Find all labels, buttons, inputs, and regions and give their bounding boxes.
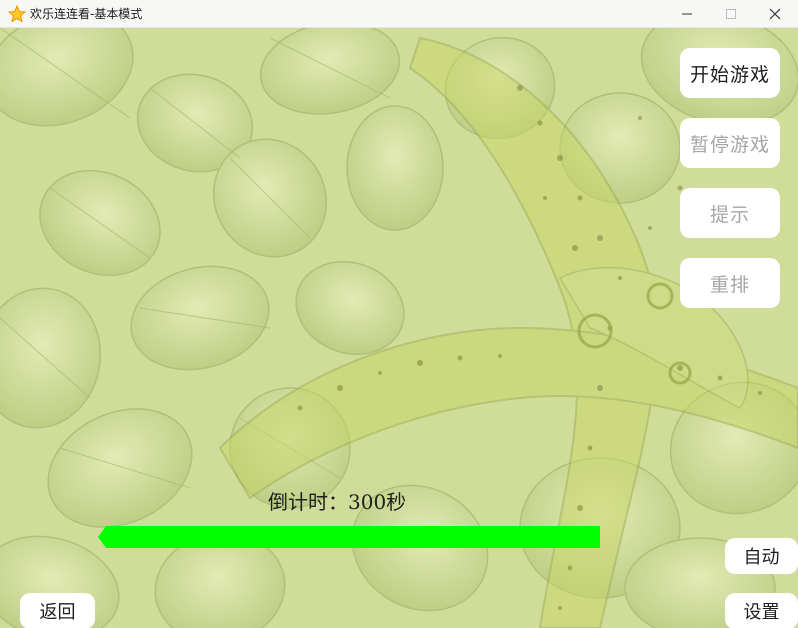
pause-game-button[interactable]: 暂停游戏 xyxy=(680,118,780,168)
maximize-button[interactable] xyxy=(708,0,754,28)
close-icon xyxy=(769,8,781,20)
start-game-button[interactable]: 开始游戏 xyxy=(680,48,780,98)
game-board: 开始游戏 暂停游戏 提示 重排 倒计时：300秒 自动 设置 返回 xyxy=(0,28,798,628)
back-button[interactable]: 返回 xyxy=(20,593,95,628)
window-title: 欢乐连连看-基本模式 xyxy=(30,7,143,21)
hint-button[interactable]: 提示 xyxy=(680,188,780,238)
close-button[interactable] xyxy=(752,0,798,28)
countdown-progress-fill xyxy=(98,526,600,548)
maximize-icon xyxy=(726,9,736,19)
title-bar: 欢乐连连看-基本模式 xyxy=(0,0,798,28)
star-icon xyxy=(7,4,27,23)
reshuffle-button[interactable]: 重排 xyxy=(680,258,780,308)
minimize-icon xyxy=(682,13,692,15)
countdown-progress-bar xyxy=(98,526,600,548)
auto-button[interactable]: 自动 xyxy=(725,538,798,574)
minimize-button[interactable] xyxy=(664,0,710,28)
countdown-label: 倒计时：300秒 xyxy=(268,490,407,514)
settings-button[interactable]: 设置 xyxy=(725,593,798,628)
